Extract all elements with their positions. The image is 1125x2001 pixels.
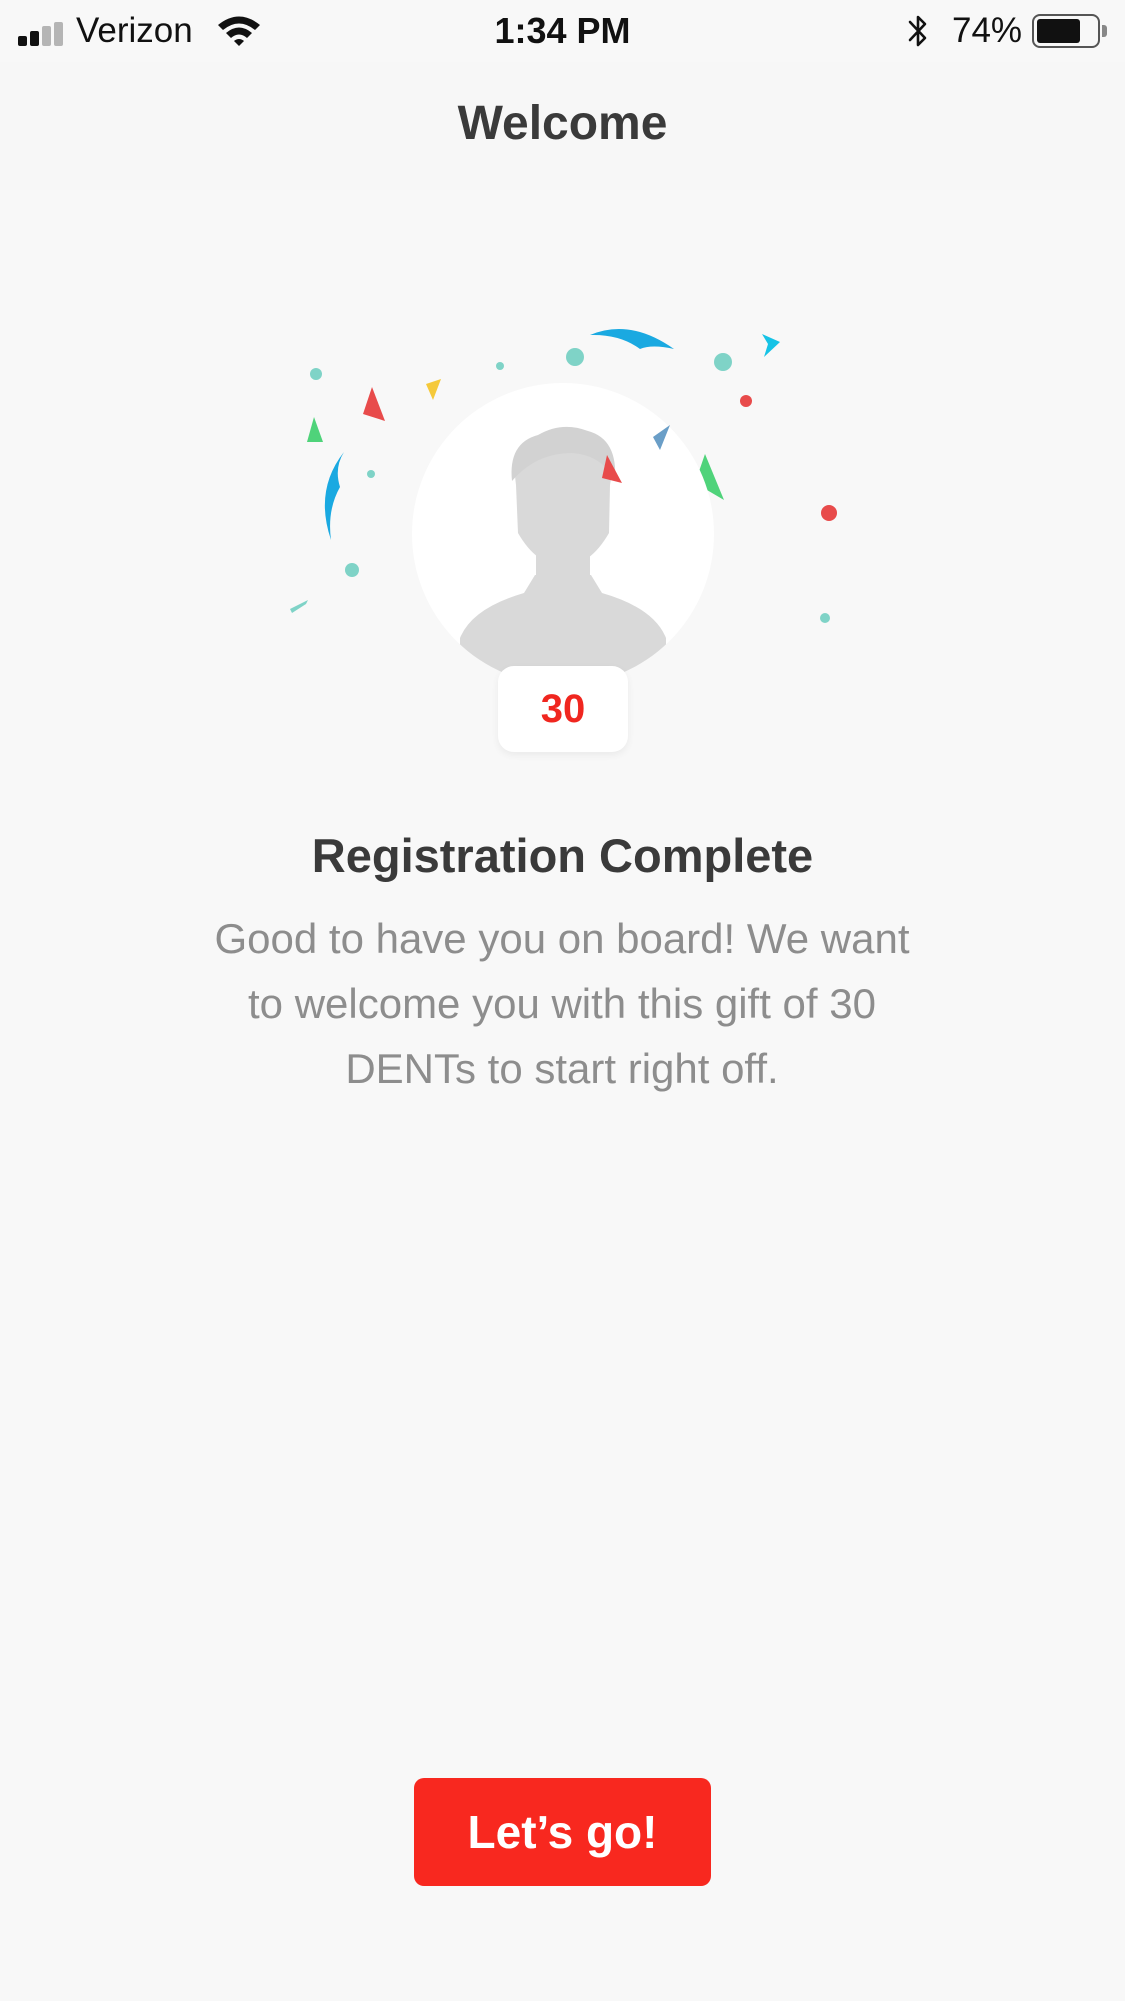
welcome-message: Good to have you on board! We want to we…	[162, 906, 962, 1101]
bluetooth-icon	[908, 15, 927, 47]
confetti-piece	[602, 455, 622, 483]
registration-heading: Registration Complete	[311, 829, 814, 882]
status-bar: Verizon 1:34 PM 74%	[0, 0, 1125, 62]
celebration-illustration: 30	[0, 300, 1125, 780]
lets-go-button[interactable]: Let’s go!	[414, 1778, 711, 1886]
confetti-piece	[653, 425, 670, 450]
dents-amount: 30	[540, 687, 586, 731]
welcome-message-line: Good to have you on board! We want	[214, 915, 910, 962]
battery-nub	[1102, 25, 1107, 37]
welcome-message-line: to welcome you with this gift of 30	[248, 980, 876, 1027]
welcome-message-line: DENTs to start right off.	[345, 1045, 779, 1092]
battery-icon	[1032, 14, 1108, 48]
dents-badge: 30	[498, 666, 628, 752]
battery-level	[1037, 19, 1080, 43]
nav-bar: Welcome	[0, 62, 1125, 190]
page-title: Welcome	[457, 97, 668, 150]
battery-percentage: 74%	[952, 11, 1023, 50]
